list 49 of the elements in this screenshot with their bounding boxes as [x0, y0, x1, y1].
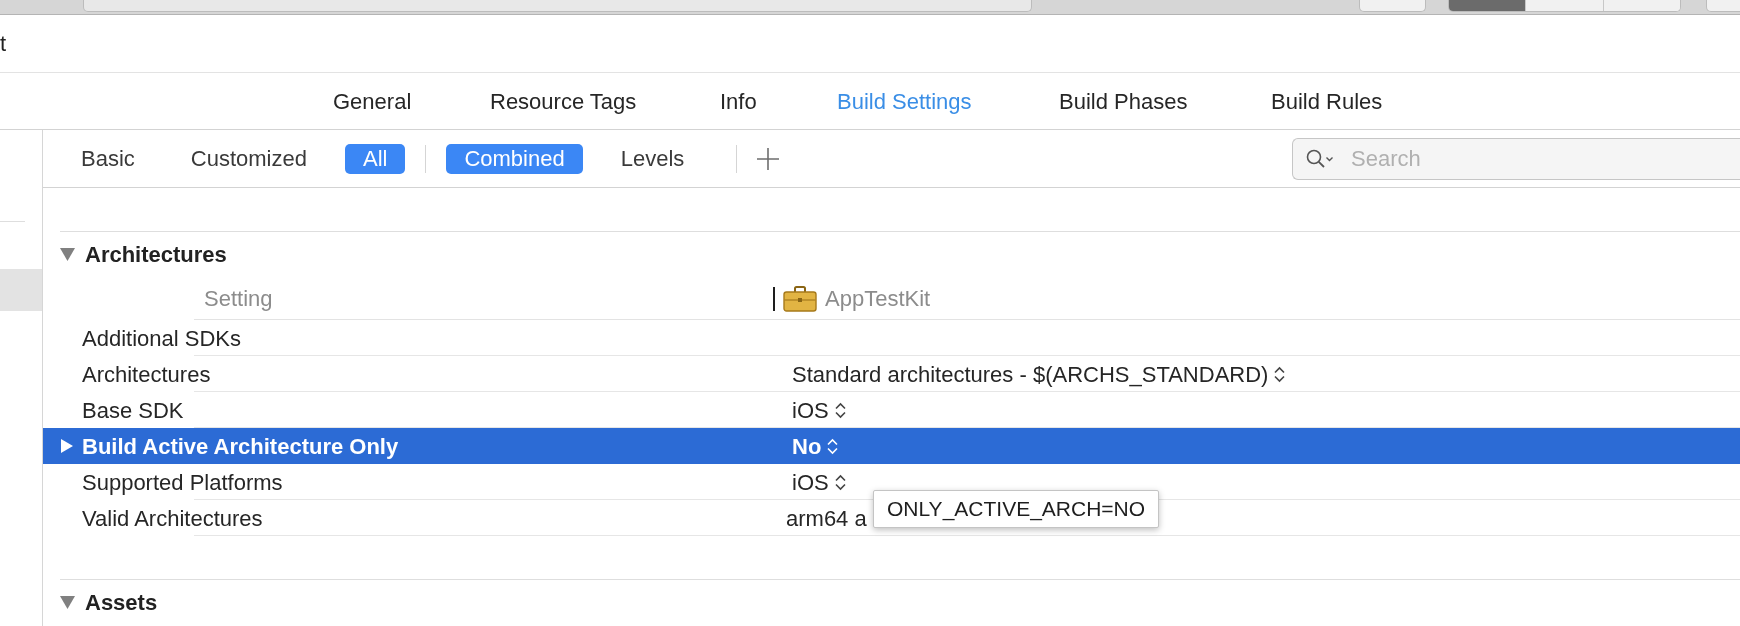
setting-value: arm64 a: [786, 504, 867, 533]
toolbar-button[interactable]: [1706, 0, 1740, 12]
view-button[interactable]: Levels: [602, 143, 703, 174]
section-title: Assets: [85, 589, 158, 617]
view-button[interactable]: Combined: [446, 143, 583, 174]
tab[interactable]: Info: [720, 84, 757, 118]
setting-row[interactable]: Architectures Standard architectures - $(ARCHS_STANDARD): [43, 356, 1740, 392]
search-field[interactable]: Search: [1292, 137, 1740, 180]
target-column-header: AppTestKit: [825, 285, 931, 313]
setting-row[interactable]: Additional SDKs: [43, 320, 1740, 356]
tab[interactable]: Resource Tags: [490, 84, 637, 118]
toolbar-field[interactable]: [83, 0, 1032, 12]
toolbar-segment[interactable]: [1602, 0, 1680, 11]
up-down-chevron-icon: [1274, 365, 1286, 383]
value-popup[interactable]: Standard architectures - $(ARCHS_STANDARD): [792, 357, 1286, 391]
value-popup[interactable]: iOS: [792, 393, 846, 427]
section-title: Architectures: [85, 241, 227, 269]
setting-name: Additional SDKs: [82, 324, 241, 353]
setting-name: Valid Architectures: [82, 504, 263, 533]
search-icon[interactable]: [1306, 148, 1334, 169]
disclosure-triangle-icon[interactable]: [60, 596, 75, 609]
up-down-chevron-icon: [834, 473, 846, 491]
tab[interactable]: Build Rules: [1271, 84, 1383, 118]
setting-column-header: Setting: [204, 285, 273, 313]
disclosure-triangle-icon[interactable]: [60, 248, 75, 261]
toolbar-segment[interactable]: [1449, 0, 1526, 11]
setting-row[interactable]: Base SDK iOS: [43, 392, 1740, 428]
tab[interactable]: General: [333, 84, 412, 118]
value-popup[interactable]: No: [792, 429, 839, 463]
setting-name: Build Active Architecture Only: [82, 432, 399, 461]
window-title: t: [0, 30, 7, 58]
setting-name: Base SDK: [82, 396, 184, 425]
up-down-chevron-icon: [834, 401, 846, 419]
setting-row[interactable]: Build Active Architecture Only No: [43, 428, 1740, 464]
value-popup[interactable]: iOS: [792, 465, 846, 499]
tab[interactable]: Build Phases: [1059, 84, 1188, 118]
briefcase-icon: [783, 285, 817, 312]
up-down-chevron-icon: [827, 437, 839, 455]
filter-button[interactable]: All: [344, 143, 406, 174]
tooltip: ONLY_ACTIVE_ARCH=NO: [873, 490, 1160, 528]
filter-button[interactable]: Basic: [63, 143, 153, 174]
plus-icon: [757, 147, 780, 170]
setting-name: Supported Platforms: [82, 468, 283, 497]
setting-name: Architectures: [82, 360, 211, 389]
disclosure-triangle-icon[interactable]: [61, 439, 73, 453]
toolbar-button[interactable]: [1359, 0, 1426, 12]
add-button[interactable]: [757, 147, 780, 170]
filter-button[interactable]: Customized: [172, 143, 325, 174]
sidebar-highlight: [0, 269, 42, 311]
